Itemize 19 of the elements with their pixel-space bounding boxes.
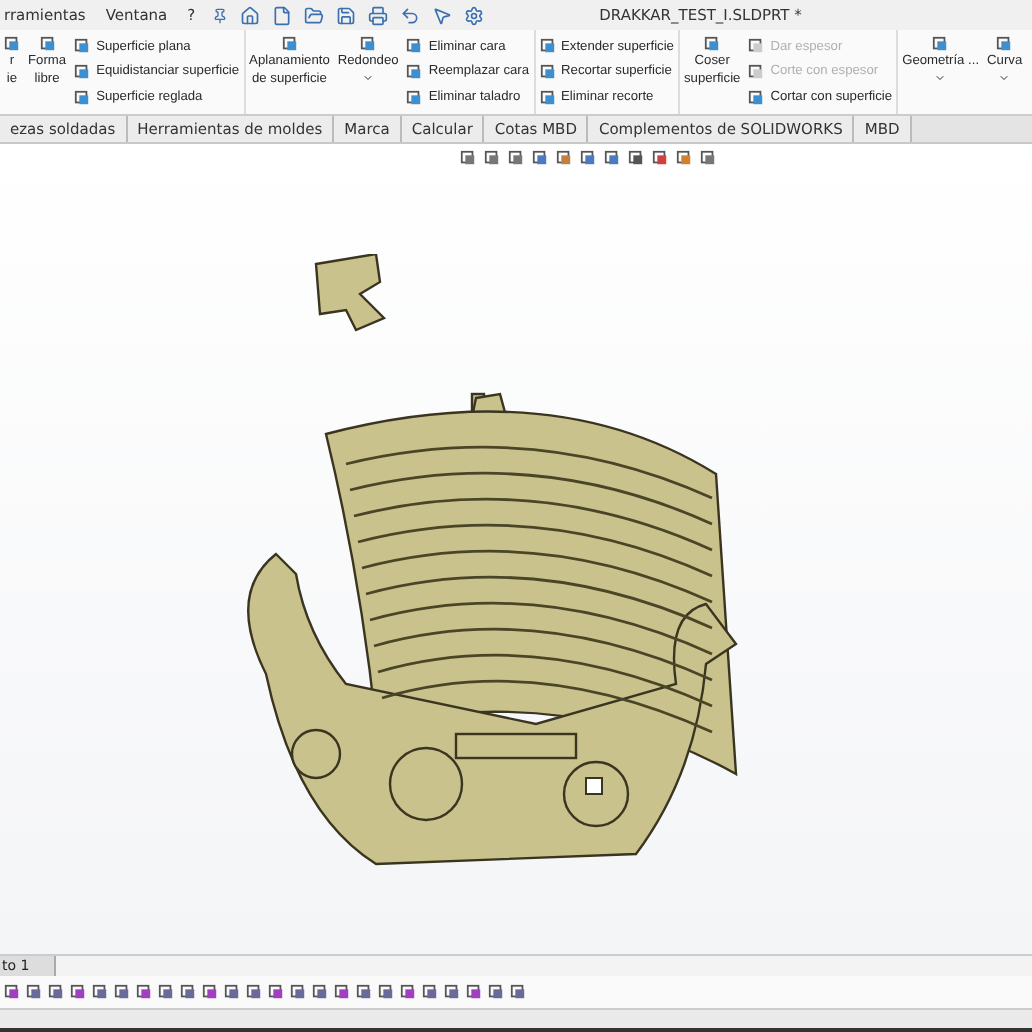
caret-icon [998, 72, 1011, 84]
new-document-icon[interactable] [271, 5, 292, 25]
select-pointer-icon[interactable] [431, 5, 452, 25]
home-icon[interactable] [239, 5, 260, 25]
settings-icon[interactable] [463, 5, 484, 25]
save-icon[interactable] [335, 5, 356, 25]
feature-icon[interactable] [932, 36, 949, 52]
feature-icon[interactable] [281, 36, 298, 52]
feature-icon[interactable] [39, 36, 56, 52]
undo-icon[interactable] [399, 5, 420, 25]
feature-icon[interactable] [4, 36, 20, 52]
open-folder-icon[interactable] [303, 5, 324, 25]
pin-icon[interactable] [211, 7, 228, 23]
feature-icon[interactable] [360, 36, 377, 52]
caret-icon [934, 72, 947, 84]
feature-icon[interactable] [704, 36, 721, 52]
feature-icon[interactable] [996, 36, 1013, 52]
caret-icon [362, 72, 375, 84]
print-icon[interactable] [367, 5, 388, 25]
